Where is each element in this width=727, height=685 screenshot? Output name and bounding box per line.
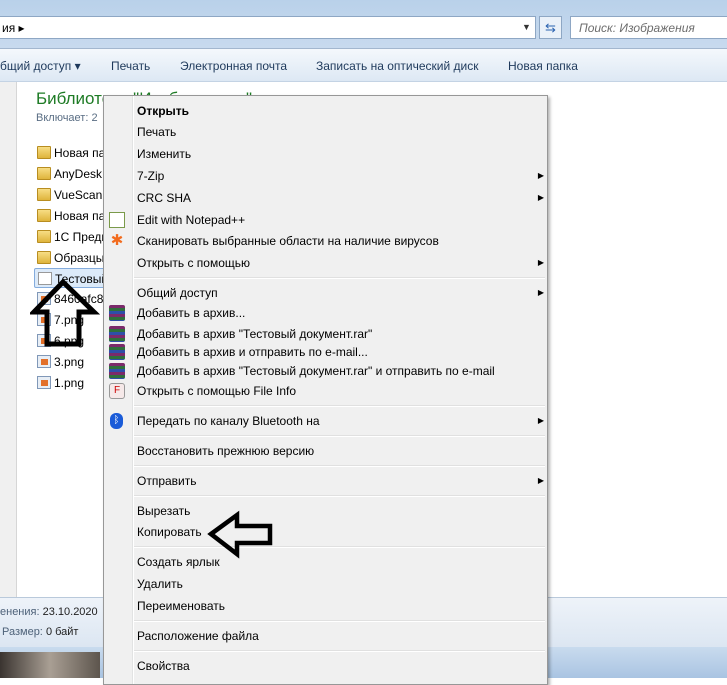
submenu-arrow-icon: ▶ [537,416,544,425]
chevron-down-icon[interactable]: ▼ [522,22,531,32]
file-name: 3.png [54,355,85,369]
submenu-arrow-icon: ▶ [537,258,544,267]
submenu-arrow-icon: ▶ [537,288,544,297]
menu-item-rename[interactable]: Переименовать [137,596,542,616]
menu-separator [134,650,545,652]
menu-item-properties[interactable]: Свойства [137,656,542,676]
modified-value: 23.10.2020 [42,606,98,618]
list-item[interactable]: Новая папка [34,206,114,226]
menu-item-share[interactable]: Общий доступ ▶ [137,283,544,303]
list-item[interactable]: VueScan [34,185,114,205]
menu-label: Передать по каналу Bluetooth на [137,414,320,428]
menu-separator [134,277,545,279]
list-item[interactable]: 3.png [34,352,114,372]
winrar-icon [109,363,125,379]
size-label: Размер: [2,626,43,638]
modified-date: енения: 23.10.2020 [0,606,98,618]
menu-separator [134,620,545,622]
menu-label: Отправить [137,474,197,488]
menu-item-send-to[interactable]: Отправить ▶ [137,471,544,491]
size-value: 0 байт [45,626,79,638]
library-includes[interactable]: Включает: 2 [36,112,98,124]
menu-item-restore[interactable]: Восстановить прежнюю версию [137,441,542,461]
menu-item-cut[interactable]: Вырезать [137,501,542,521]
refresh-icon[interactable]: ⇆ [539,16,562,39]
menu-label: Открыть с помощью [137,256,251,270]
menu-item-file-info[interactable]: Открыть с помощью File Info [137,381,542,401]
print-button[interactable]: Печать [111,59,150,73]
winrar-icon [109,326,125,342]
winrar-icon [109,305,125,321]
file-name: 1.png [54,376,85,390]
share-button[interactable]: бщий доступ ▾ [0,59,81,73]
folder-icon [37,209,51,222]
context-menu: Открыть Печать Изменить 7-Zip ▶ CRC SHA ▶ … [103,95,548,685]
command-bar: бщий доступ ▾ Печать Электронная почта З… [0,48,727,82]
up-arrow-annotation [30,278,100,347]
menu-item-add-rar-email[interactable]: Добавить в архив "Тестовый документ.rar"… [137,361,542,381]
email-button[interactable]: Электронная почта [180,59,287,73]
file-name: VueScan [54,188,103,202]
modified-label: енения: [0,606,40,618]
menu-item-print[interactable]: Печать [137,122,542,142]
menu-item-notepad[interactable]: Edit with Notepad++ [137,210,542,230]
menu-item-add-email[interactable]: Добавить в архив и отправить по e-mail..… [137,342,542,362]
submenu-arrow-icon: ▶ [537,193,544,202]
image-icon [37,355,51,368]
notepad-plus-plus-icon [109,212,125,228]
address-bar[interactable]: ия ▸ [0,16,536,39]
breadcrumb[interactable]: ия ▸ [2,21,25,35]
menu-item-edit[interactable]: Изменить [137,144,542,164]
menu-item-scan[interactable]: Сканировать выбранные области на наличие… [137,231,542,251]
menu-item-open[interactable]: Открыть [137,101,542,121]
menu-item-create-shortcut[interactable]: Создать ярлык [137,552,542,572]
search-input[interactable]: Поиск: Изображения [570,16,727,39]
menu-label: CRC SHA [137,191,192,205]
new-folder-button[interactable]: Новая папка [508,59,578,73]
menu-separator [134,405,545,407]
list-item[interactable]: Образцы [34,248,114,268]
folder-icon [37,146,51,159]
menu-item-bluetooth[interactable]: Передать по каналу Bluetooth на ▶ [137,411,544,431]
menu-separator [134,465,545,467]
folder-icon [37,167,51,180]
menu-label: Общий доступ [137,286,218,300]
file-size: Размер: 0 байт [2,626,78,638]
folder-icon [37,188,51,201]
menu-separator [134,546,545,548]
file-info-icon: F [109,383,125,399]
menu-item-add-archive[interactable]: Добавить в архив... [137,303,542,323]
list-item[interactable]: 1С Предприятие [34,227,114,247]
menu-item-7zip[interactable]: 7-Zip ▶ [137,166,544,186]
image-icon [37,376,51,389]
image-thumbnail [0,652,100,678]
nav-pane-scrollbar[interactable] [0,82,17,597]
bluetooth-icon: ᛒ [110,413,123,429]
avast-icon: ✱ [110,232,124,249]
burn-button[interactable]: Записать на оптический диск [316,59,479,73]
menu-item-delete[interactable]: Удалить [137,574,542,594]
submenu-arrow-icon: ▶ [537,171,544,180]
winrar-icon [109,344,125,360]
menu-item-copy[interactable]: Копировать [137,522,542,542]
menu-item-open-with[interactable]: Открыть с помощью ▶ [137,253,544,273]
folder-icon [37,230,51,243]
menu-item-file-location[interactable]: Расположение файла [137,626,542,646]
menu-item-add-rar[interactable]: Добавить в архив "Тестовый документ.rar" [137,324,542,344]
file-name: AnyDesk [54,167,103,181]
list-item[interactable]: Новая папка [34,143,114,163]
submenu-arrow-icon: ▶ [537,476,544,485]
folder-icon [37,251,51,264]
menu-separator [134,495,545,497]
menu-label: 7-Zip [137,169,165,183]
menu-item-crc-sha[interactable]: CRC SHA ▶ [137,188,544,208]
menu-separator [134,435,545,437]
list-item[interactable]: AnyDesk [34,164,114,184]
left-arrow-annotation [207,510,273,559]
file-name: Образцы [54,251,105,265]
list-item[interactable]: 1.png [34,373,114,393]
